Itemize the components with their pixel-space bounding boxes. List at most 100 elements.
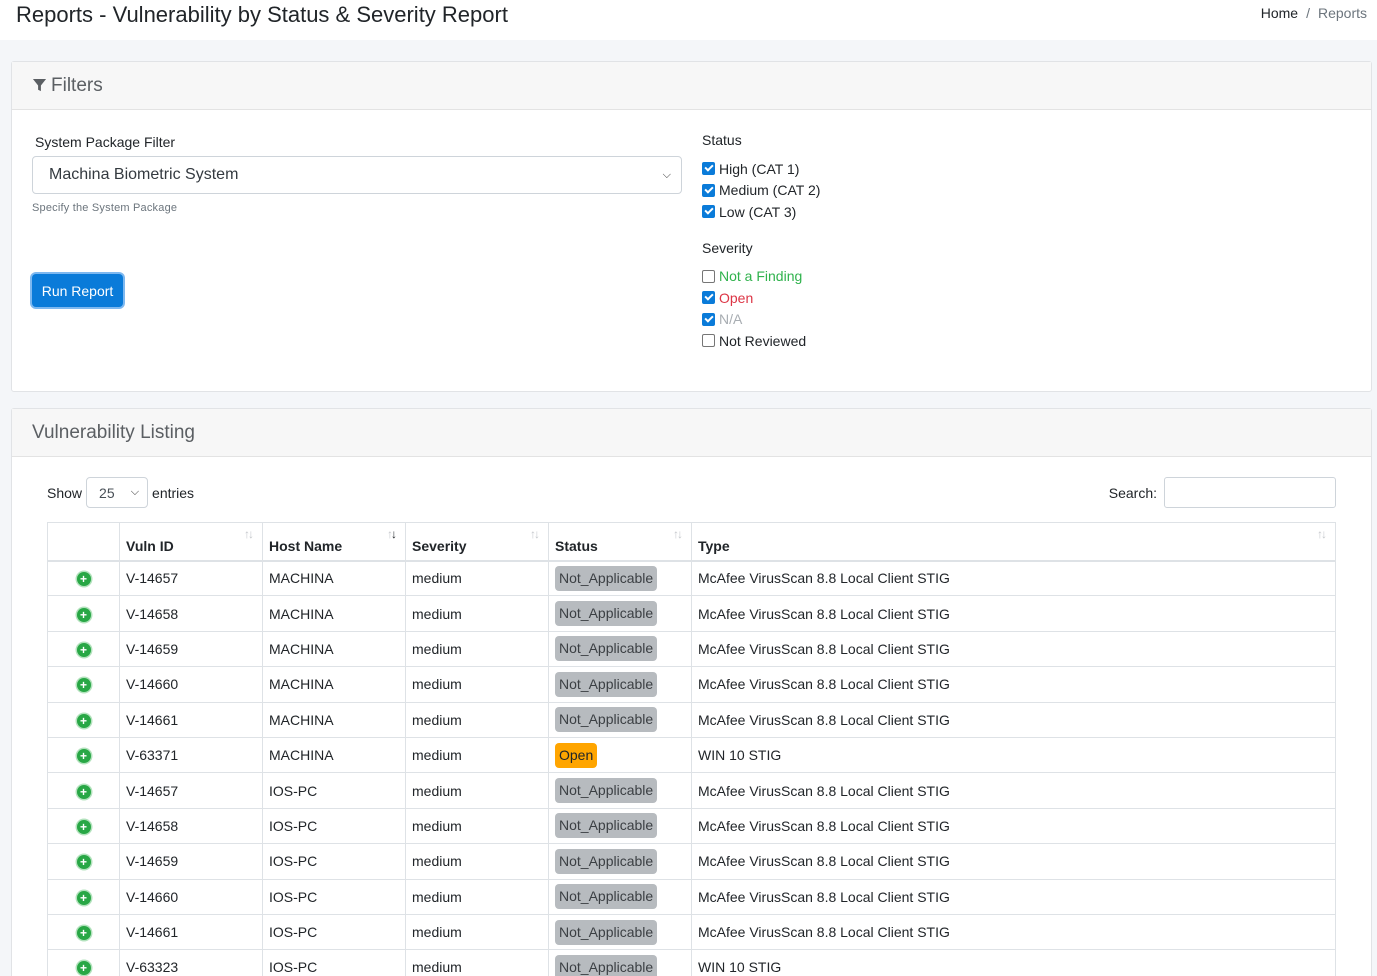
severity-na-option[interactable]: N/A (702, 309, 820, 331)
table-header-row: Vuln ID ↑↓ Host Name ↑↓ Severity ↑↓ Stat… (47, 522, 1336, 562)
host-name-cell: MACHINA (262, 630, 406, 668)
table-row[interactable]: + V-14661 IOS-PC medium Not_Applicable M… (47, 913, 1336, 951)
host-name-cell: MACHINA (262, 559, 406, 597)
status-medium-checkbox[interactable] (702, 183, 715, 197)
table-row[interactable]: + V-14658 IOS-PC medium Not_Applicable M… (47, 807, 1336, 845)
table-row[interactable]: + V-14659 IOS-PC medium Not_Applicable M… (47, 843, 1336, 880)
host-name-cell: MACHINA (262, 595, 406, 632)
filters-card-header[interactable]: Filters (12, 62, 1371, 110)
status-medium-option[interactable]: Medium (CAT 2) (702, 180, 820, 202)
expand-cell[interactable]: + (47, 595, 120, 632)
system-package-filter-group: System Package Filter Machina Biometric … (32, 134, 682, 214)
sort-arrows-icon[interactable]: ↑↓ (530, 527, 540, 541)
status-high-option[interactable]: High (CAT 1) (702, 158, 820, 180)
plus-circle-icon[interactable]: + (76, 819, 91, 834)
severity-open-option[interactable]: Open (702, 287, 820, 309)
status-low-checkbox[interactable] (702, 205, 715, 219)
expand-cell[interactable]: + (47, 949, 120, 976)
table-row[interactable]: + V-14658 MACHINA medium Not_Applicable … (47, 595, 1336, 632)
severity-not-a-finding-option[interactable]: Not a Finding (702, 266, 820, 288)
expand-cell[interactable]: + (47, 878, 120, 915)
plus-circle-icon[interactable]: + (76, 642, 91, 657)
expand-cell[interactable]: + (47, 666, 120, 703)
search-input[interactable] (1164, 477, 1336, 508)
type-cell: WIN 10 STIG (691, 949, 1336, 976)
listing-card-header[interactable]: Vulnerability Listing (12, 409, 1371, 457)
status-low-option[interactable]: Low (CAT 3) (702, 201, 820, 223)
host-name-cell: IOS-PC (262, 772, 406, 809)
column-header-vuln-id[interactable]: Vuln ID ↑↓ (119, 522, 263, 562)
expand-cell[interactable]: + (47, 736, 120, 774)
expand-cell[interactable]: + (47, 913, 120, 951)
breadcrumb-home-link[interactable]: Home (1261, 0, 1298, 26)
plus-circle-icon[interactable]: + (76, 749, 91, 764)
expand-cell[interactable]: + (47, 559, 120, 597)
plus-circle-icon[interactable]: + (76, 784, 91, 799)
filter-icon (32, 78, 47, 92)
type-cell: McAfee VirusScan 8.8 Local Client STIG (691, 913, 1336, 951)
status-cell: Not_Applicable (548, 807, 692, 845)
table-row[interactable]: + V-14660 MACHINA medium Not_Applicable … (47, 666, 1336, 703)
vuln-id-cell: V-14658 (119, 595, 263, 632)
plus-circle-icon[interactable]: + (76, 607, 91, 622)
severity-not-reviewed-option[interactable]: Not Reviewed (702, 330, 820, 352)
status-badge: Not_Applicable (555, 671, 658, 697)
severity-cell: medium (405, 736, 549, 774)
plus-circle-icon[interactable]: + (76, 855, 91, 870)
table-controls: Show 25 ⌵ entries Search: (47, 477, 1336, 508)
expand-cell[interactable]: + (47, 772, 120, 809)
vuln-id-cell: V-14661 (119, 701, 263, 738)
expand-cell[interactable]: + (47, 701, 120, 738)
column-header-type[interactable]: Type ↑↓ (691, 522, 1336, 562)
table-row[interactable]: + V-14660 IOS-PC medium Not_Applicable M… (47, 878, 1336, 915)
plus-circle-icon[interactable]: + (76, 890, 91, 905)
column-header-label: Status (555, 538, 598, 555)
system-package-select[interactable]: Machina Biometric System ⌵ (32, 156, 682, 194)
expand-cell[interactable]: + (47, 630, 120, 668)
status-badge: Open (555, 742, 598, 768)
severity-not-reviewed-checkbox[interactable] (702, 334, 715, 348)
severity-open-checkbox[interactable] (702, 291, 715, 305)
column-header-severity[interactable]: Severity ↑↓ (405, 522, 549, 562)
show-label: Show (47, 484, 83, 501)
status-low-label: Low (CAT 3) (719, 203, 797, 220)
type-cell: McAfee VirusScan 8.8 Local Client STIG (691, 772, 1336, 809)
table-row[interactable]: + V-63371 MACHINA medium Open WIN 10 STI… (47, 736, 1336, 774)
sort-arrows-icon[interactable]: ↑↓ (673, 527, 683, 541)
sort-arrows-icon[interactable]: ↑↓ (244, 527, 254, 541)
table-row[interactable]: + V-14659 MACHINA medium Not_Applicable … (47, 630, 1336, 668)
severity-open-label: Open (719, 289, 754, 306)
plus-circle-icon[interactable]: + (76, 713, 91, 728)
sort-arrows-icon[interactable]: ↑↓ (1317, 527, 1327, 541)
status-cell: Open (548, 736, 692, 774)
severity-na-checkbox[interactable] (702, 312, 715, 326)
table-row[interactable]: + V-14661 MACHINA medium Not_Applicable … (47, 701, 1336, 738)
sort-desc-icon[interactable]: ↑↓ (387, 527, 397, 541)
table-row[interactable]: + V-63323 IOS-PC medium Not_Applicable W… (47, 949, 1336, 976)
severity-group-title: Severity (702, 239, 753, 256)
status-high-checkbox[interactable] (702, 162, 715, 176)
vulnerability-table: Vuln ID ↑↓ Host Name ↑↓ Severity ↑↓ Stat… (47, 522, 1336, 976)
plus-circle-icon[interactable]: + (76, 678, 91, 693)
table-row[interactable]: + V-14657 MACHINA medium Not_Applicable … (47, 559, 1336, 597)
column-header-host-name[interactable]: Host Name ↑↓ (262, 522, 406, 562)
plus-circle-icon[interactable]: + (76, 572, 91, 587)
plus-circle-icon[interactable]: + (76, 926, 91, 941)
entries-per-page-select[interactable]: 25 ⌵ (86, 477, 149, 508)
run-report-button[interactable]: Run Report (32, 274, 123, 307)
status-badge: Not_Applicable (555, 919, 658, 945)
severity-cell: medium (405, 630, 549, 668)
expand-cell[interactable]: + (47, 807, 120, 845)
vuln-id-cell: V-14657 (119, 772, 263, 809)
host-name-cell: MACHINA (262, 736, 406, 774)
plus-circle-icon[interactable]: + (76, 961, 91, 976)
host-name-cell: IOS-PC (262, 807, 406, 845)
severity-not-a-finding-checkbox[interactable] (702, 269, 715, 283)
table-row[interactable]: + V-14657 IOS-PC medium Not_Applicable M… (47, 772, 1336, 809)
column-header-status[interactable]: Status ↑↓ (548, 522, 692, 562)
severity-cell: medium (405, 878, 549, 915)
type-cell: McAfee VirusScan 8.8 Local Client STIG (691, 666, 1336, 703)
severity-cell: medium (405, 807, 549, 845)
status-cell: Not_Applicable (548, 949, 692, 976)
expand-cell[interactable]: + (47, 843, 120, 880)
